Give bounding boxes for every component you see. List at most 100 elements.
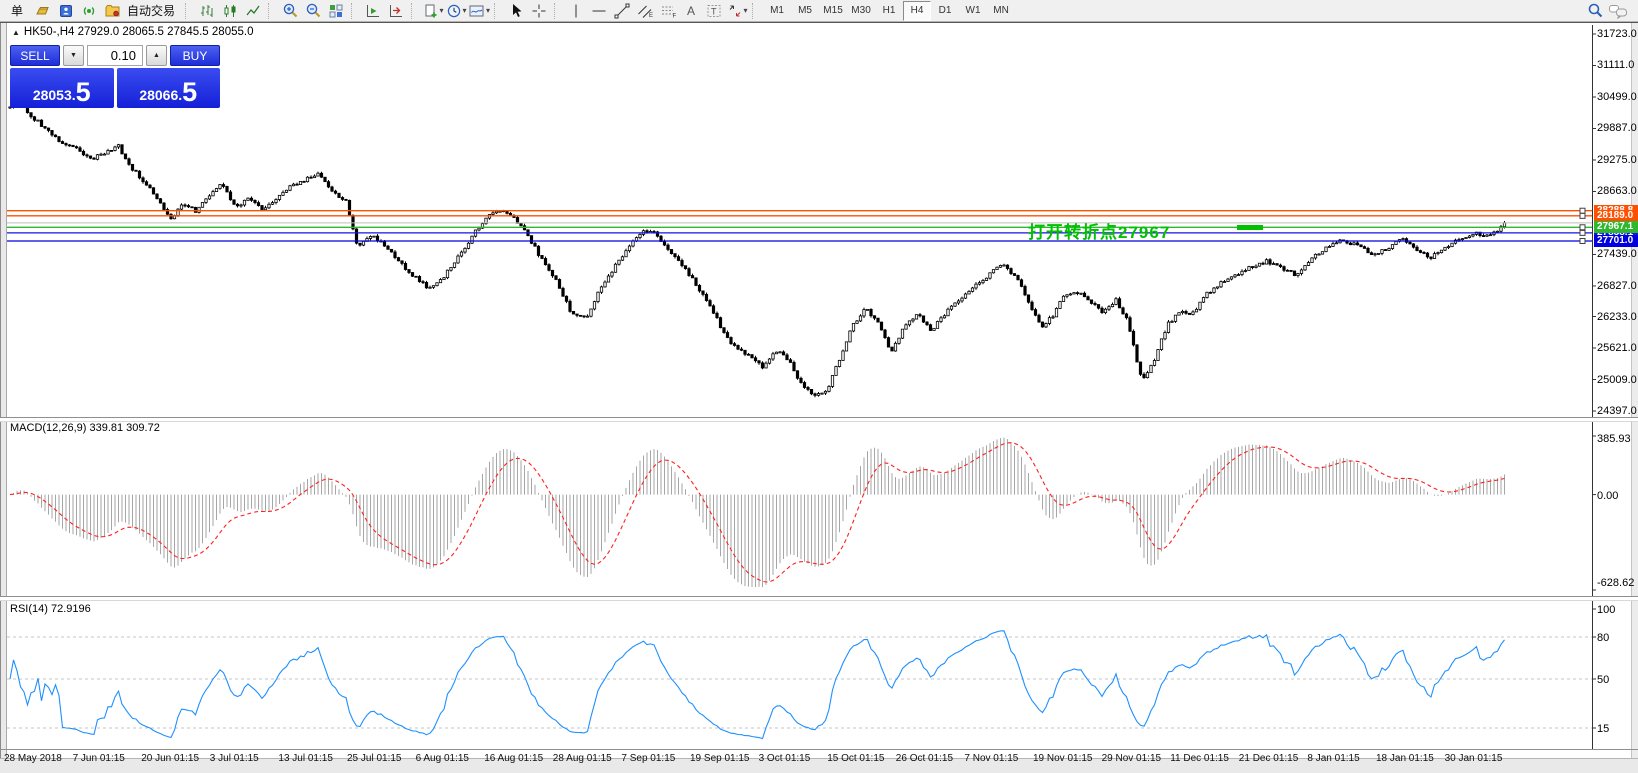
text-label-tool[interactable]: T [703,1,725,21]
price-axis-label[interactable]: 24397.0 [1597,405,1637,417]
trade-panel-top-row: SELL ▼ ▲ BUY [10,45,220,66]
template-button[interactable]: ▾ [468,1,490,21]
volume-increase-button[interactable]: ▲ [146,45,167,66]
horizontal-line-tool[interactable] [588,1,610,21]
search-button[interactable] [1584,1,1606,21]
time-axis-label[interactable]: 7 Nov 01:15 [964,753,1018,764]
timeframe-m15[interactable]: M15 [819,1,847,21]
price-axis-label[interactable]: 31111.0 [1597,59,1634,71]
time-axis-label[interactable]: 3 Jul 01:15 [210,753,259,764]
hline-price-tag[interactable]: 28189.0 [1594,210,1638,222]
turning-point-annotation[interactable]: 打开转折点27967 [1028,218,1170,243]
period-button[interactable]: ▾ [445,1,467,21]
autotrade-button[interactable]: 自动交易 [101,1,181,21]
price-axis-label[interactable]: 26233.0 [1597,311,1637,323]
time-axis-label[interactable]: 18 Jan 01:15 [1376,753,1434,764]
sell-price-display[interactable]: 28053.5 [10,68,114,108]
dropdown-caret: ▾ [486,6,490,15]
time-axis-label[interactable]: 21 Dec 01:15 [1239,753,1299,764]
collapse-icon[interactable]: ▲ [12,28,20,37]
svg-text:F: F [672,13,676,19]
arrows-tool[interactable]: ▾ [726,1,748,21]
auto-scroll-icon[interactable] [362,1,384,21]
cursor-icon [508,3,524,19]
panel-separator-macd[interactable] [0,417,1638,422]
time-axis-label[interactable]: 28 Aug 01:15 [553,753,612,764]
time-axis-label[interactable]: 7 Sep 01:15 [621,753,675,764]
equidistant-channel-tool[interactable]: E [634,1,656,21]
price-axis-label[interactable]: 27439.0 [1597,248,1637,260]
gold-bar-icon[interactable] [32,1,54,21]
time-axis-label[interactable]: 29 Nov 01:15 [1102,753,1162,764]
bar-chart-icon[interactable] [196,1,218,21]
timeframe-m5[interactable]: M5 [791,1,819,21]
charts-profile-icon[interactable] [55,1,77,21]
buy-button[interactable]: BUY [170,45,220,66]
time-axis-label[interactable]: 19 Sep 01:15 [690,753,750,764]
volume-input[interactable] [87,45,143,66]
price-axis-label[interactable]: 28663.0 [1597,185,1637,197]
buy-price-display[interactable]: 28066.5 [117,68,221,108]
macd-axis-label[interactable]: 0.00 [1597,490,1618,502]
chat-button[interactable] [1607,1,1629,21]
macd-axis-label[interactable]: -628.62 [1597,577,1634,589]
rsi-axis-label[interactable]: 50 [1597,674,1609,686]
timeframe-mn[interactable]: MN [987,1,1015,21]
line-chart-icon[interactable] [242,1,264,21]
panel-separator-rsi[interactable] [0,596,1638,601]
macd-axis-label[interactable]: 385.93 [1597,433,1631,445]
time-axis-label[interactable]: 28 May 2018 [4,753,62,764]
time-axis-label[interactable]: 20 Jun 01:15 [141,753,199,764]
text-tool[interactable]: A [680,1,702,21]
rsi-axis-label[interactable]: 100 [1597,604,1615,616]
zoom-in-icon[interactable] [279,1,301,21]
time-axis-label[interactable]: 19 Nov 01:15 [1033,753,1093,764]
hline-price-tag[interactable]: 27967.1 [1594,221,1638,233]
timeframe-h4[interactable]: H4 [903,1,931,21]
sell-button[interactable]: SELL [10,45,60,66]
timeframe-h1[interactable]: H1 [875,1,903,21]
price-axis-label[interactable]: 29887.0 [1597,122,1637,134]
new-indicator-button[interactable]: ▾ [422,1,444,21]
time-axis-label[interactable]: 11 Dec 01:15 [1170,753,1229,764]
toolbar-separator [494,3,501,19]
tile-windows-icon[interactable] [325,1,347,21]
main-toolbar: 单 自动交易 [0,0,1638,22]
crosshair-tool[interactable] [528,1,550,21]
cursor-tool[interactable] [505,1,527,21]
vertical-line-tool[interactable] [565,1,587,21]
fibonacci-tool[interactable]: F [657,1,679,21]
hline-price-tag[interactable]: 27701.0 [1594,235,1638,247]
price-axis-label[interactable]: 31723.0 [1597,28,1637,40]
price-axis-label[interactable]: 30499.0 [1597,91,1637,103]
timeframe-w1[interactable]: W1 [959,1,987,21]
candlestick-chart-icon[interactable] [219,1,241,21]
trendline-tool[interactable] [611,1,633,21]
chart-shift-icon[interactable] [385,1,407,21]
time-axis-label[interactable]: 25 Jul 01:15 [347,753,402,764]
time-axis-label[interactable]: 16 Aug 01:15 [484,753,543,764]
time-axis-label[interactable]: 30 Jan 01:15 [1445,753,1503,764]
price-axis-label[interactable]: 29275.0 [1597,154,1637,166]
time-axis-label[interactable]: 15 Oct 01:15 [827,753,884,764]
time-axis-label[interactable]: 6 Aug 01:15 [416,753,469,764]
chart-canvas[interactable] [0,23,1638,773]
price-axis-label[interactable]: 26827.0 [1597,280,1637,292]
time-axis-label[interactable]: 13 Jul 01:15 [278,753,333,764]
rsi-axis-label[interactable]: 80 [1597,632,1609,644]
time-axis-label[interactable]: 3 Oct 01:15 [759,753,811,764]
timeframe-d1[interactable]: D1 [931,1,959,21]
new-order-button[interactable]: 单 [3,1,31,21]
time-axis-label[interactable]: 26 Oct 01:15 [896,753,953,764]
timeframe-m1[interactable]: M1 [763,1,791,21]
timeframe-m30[interactable]: M30 [847,1,875,21]
green-line-segment[interactable] [1237,225,1263,230]
volume-decrease-button[interactable]: ▼ [63,45,84,66]
price-axis-label[interactable]: 25009.0 [1597,374,1637,386]
signal-icon[interactable] [78,1,100,21]
zoom-out-icon[interactable] [302,1,324,21]
time-axis-label[interactable]: 8 Jan 01:15 [1307,753,1359,764]
rsi-axis-label[interactable]: 15 [1597,723,1609,735]
time-axis-label[interactable]: 7 Jun 01:15 [73,753,125,764]
price-axis-label[interactable]: 25621.0 [1597,342,1637,354]
